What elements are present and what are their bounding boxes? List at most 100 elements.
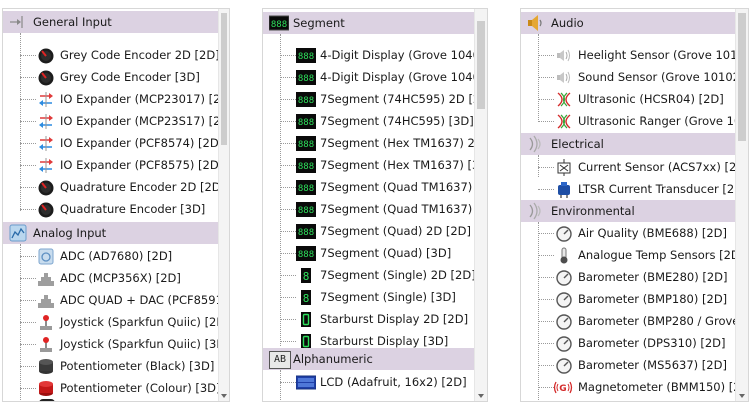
svg-text:888: 888 bbox=[298, 118, 314, 128]
tree-item-ultrasonic-ranger[interactable]: Ultrasonic Ranger (Grove 1010 bbox=[521, 110, 736, 132]
gauge-icon bbox=[556, 291, 572, 308]
tree-item-current-sensor-acs7xx[interactable]: Current Sensor (ACS7xx) [2D] bbox=[521, 156, 736, 178]
ultrasonic-icon bbox=[556, 113, 572, 130]
potentiometer-colour-icon bbox=[38, 380, 54, 397]
svg-text:8: 8 bbox=[303, 292, 310, 305]
joystick-icon bbox=[38, 314, 54, 331]
seven-segment-icon: 888 bbox=[296, 245, 316, 262]
tree-item-ltsr-current-transducer[interactable]: LTSR Current Transducer [2D] bbox=[521, 178, 736, 200]
seven-segment-icon: 888 bbox=[269, 14, 289, 32]
vertical-scrollbar[interactable] bbox=[735, 9, 748, 401]
svg-text:888: 888 bbox=[298, 206, 314, 216]
magnetometer-icon: G bbox=[553, 379, 573, 396]
component-panel-sensors: Audio Heelight Sensor (Grove 10102 Sound… bbox=[520, 8, 749, 402]
category-environmental[interactable]: Environmental bbox=[521, 200, 736, 222]
tree-item-io-expander-pcf8574[interactable]: IO Expander (PCF8574) [2D] bbox=[3, 132, 219, 154]
io-expander-icon bbox=[38, 157, 54, 174]
rotary-encoder-icon bbox=[38, 201, 54, 218]
component-tree: 888 Segment 888 4-Digit Display (Grove 10… bbox=[263, 9, 475, 401]
io-expander-icon bbox=[38, 135, 54, 152]
tree-item-7segment-quad-2d[interactable]: 888 7Segment (Quad) 2D [2D] bbox=[263, 220, 475, 242]
svg-text:888: 888 bbox=[298, 96, 314, 106]
tree-item-7segment-quad-tm1637-3d[interactable]: 888 7Segment (Quad TM1637) [3 bbox=[263, 198, 475, 220]
tree-item-7segment-single-2d[interactable]: 8 7Segment (Single) 2D [2D] bbox=[263, 264, 475, 286]
svg-text:888: 888 bbox=[298, 140, 314, 150]
scroll-down-icon[interactable] bbox=[478, 394, 484, 398]
tree-item-io-expander-mcp23s17[interactable]: IO Expander (MCP23S17) [2D bbox=[3, 110, 219, 132]
scroll-down-icon[interactable] bbox=[221, 394, 227, 398]
sound-wave-icon bbox=[556, 69, 572, 86]
tree-item-barometer-dps310[interactable]: Barometer (DPS310) [2D] bbox=[521, 332, 736, 354]
component-panel-input: General Input Grey Code Encoder 2D [2D] … bbox=[2, 8, 230, 402]
category-audio[interactable]: Audio bbox=[521, 12, 736, 34]
tree-item-starburst-display-2d[interactable]: Starburst Display 2D [2D] bbox=[263, 308, 475, 330]
category-analog-input[interactable]: Analog Input bbox=[3, 222, 219, 244]
gauge-icon bbox=[556, 225, 572, 242]
tree-item-sound-sensor[interactable]: Sound Sensor (Grove 101020 bbox=[521, 66, 736, 88]
category-segment[interactable]: 888 Segment bbox=[263, 12, 475, 34]
tree-item-adc-mcp356x[interactable]: ADC (MCP356X) [2D] bbox=[3, 267, 219, 289]
tree-item-4digit-display-2[interactable]: 8884-Digit Display (Grove 104030( bbox=[263, 66, 475, 88]
category-label: Audio bbox=[551, 16, 584, 30]
speaker-icon bbox=[527, 14, 545, 32]
category-label: General Input bbox=[33, 15, 112, 29]
tree-item-adc-ad7680[interactable]: ADC (AD7680) [2D] bbox=[3, 245, 219, 267]
tree-item-io-expander-mcp23017[interactable]: IO Expander (MCP23017) [2D] bbox=[3, 88, 219, 110]
vertical-scrollbar[interactable] bbox=[218, 9, 229, 401]
tree-item-barometer-ms5637[interactable]: Barometer (MS5637) [2D] bbox=[521, 354, 736, 376]
tree-item-io-expander-pcf8575[interactable]: IO Expander (PCF8575) [2D] bbox=[3, 154, 219, 176]
tree-item-potentiometer-colour[interactable]: Potentiometer (Colour) [3D] bbox=[3, 377, 219, 399]
svg-text:888: 888 bbox=[271, 20, 287, 30]
tree-item-magnetometer-bmm150[interactable]: GMagnetometer (BMM150) [2D] bbox=[521, 376, 736, 398]
tree-item-barometer-bmp180[interactable]: Barometer (BMP180) [2D] bbox=[521, 288, 736, 310]
category-electrical[interactable]: Electrical bbox=[521, 133, 736, 155]
tree-item-air-quality-bme688[interactable]: Air Quality (BME688) [2D] bbox=[521, 222, 736, 244]
tree-item-joystick-sparkfun-3d[interactable]: Joystick (Sparkfun Quiic) [3D] bbox=[3, 333, 219, 355]
tree-item-4digit-display-1[interactable]: 8884-Digit Display (Grove 104030( bbox=[263, 44, 475, 66]
tree-item-heelight-sensor[interactable]: Heelight Sensor (Grove 10102 bbox=[521, 44, 736, 66]
seven-segment-icon: 888 bbox=[296, 69, 316, 86]
adc-staircase-icon bbox=[38, 270, 54, 287]
single-segment-icon: 8 bbox=[298, 267, 314, 284]
tree-item-lcd-adafruit[interactable]: LCD (Adafruit, 16x2) [2D] bbox=[263, 371, 475, 393]
category-alphanumeric[interactable]: AB Alphanumeric bbox=[263, 348, 475, 370]
scrollbar-thumb[interactable] bbox=[738, 13, 746, 141]
tree-item-grey-code-encoder-3d[interactable]: Grey Code Encoder [3D] bbox=[3, 66, 219, 88]
tree-item-7segment-quad-tm1637-2d[interactable]: 888 7Segment (Quad TM1637) 2D bbox=[263, 176, 475, 198]
component-tree: Audio Heelight Sensor (Grove 10102 Sound… bbox=[521, 9, 736, 401]
tree-item-barometer-bmp280[interactable]: Barometer (BMP280 / Grove 1 bbox=[521, 310, 736, 332]
svg-text:888: 888 bbox=[298, 52, 314, 62]
tree-item-7segment-single-3d[interactable]: 8 7Segment (Single) [3D] bbox=[263, 286, 475, 308]
tree-item-quadrature-encoder-2d[interactable]: Quadrature Encoder 2D [2D] bbox=[3, 176, 219, 198]
tree-item-7segment-hex-3d[interactable]: 888 7Segment (Hex TM1637) [3D bbox=[263, 154, 475, 176]
tree-item-potentiometer-black[interactable]: Potentiometer (Black) [3D] bbox=[3, 355, 219, 377]
seven-segment-icon: 888 bbox=[296, 179, 316, 196]
scrollbar-thumb[interactable] bbox=[477, 21, 485, 109]
svg-text:G: G bbox=[559, 384, 566, 394]
adc-chip-icon bbox=[9, 224, 27, 242]
component-tree: General Input Grey Code Encoder 2D [2D] … bbox=[3, 9, 219, 401]
seven-segment-icon: 888 bbox=[296, 223, 316, 240]
category-general-input[interactable]: General Input bbox=[3, 11, 219, 33]
tree-item-7segment-74hc595-3d[interactable]: 888 7Segment (74HC595) [3D] bbox=[263, 110, 475, 132]
tree-item-7segment-hex-2d[interactable]: 888 7Segment (Hex TM1637) 2D bbox=[263, 132, 475, 154]
scroll-down-icon[interactable] bbox=[739, 394, 745, 398]
svg-text:888: 888 bbox=[298, 162, 314, 172]
scrollbar-thumb[interactable] bbox=[221, 13, 227, 145]
vertical-scrollbar[interactable] bbox=[474, 9, 487, 401]
tree-item-analogue-temp-sensors[interactable]: Analogue Temp Sensors [2D] bbox=[521, 244, 736, 266]
current-sensor-icon bbox=[556, 159, 572, 176]
tree-item-ultrasonic-hcsr04[interactable]: Ultrasonic (HCSR04) [2D] bbox=[521, 88, 736, 110]
category-label: Segment bbox=[293, 16, 345, 30]
tree-item-barometer-bme280[interactable]: Barometer (BME280) [2D] bbox=[521, 266, 736, 288]
tree-item-joystick-sparkfun-2d[interactable]: Joystick (Sparkfun Quiic) [2D [ bbox=[3, 311, 219, 333]
tree-item-7segment-74hc595-2d[interactable]: 888 7Segment (74HC595) 2D [2D bbox=[263, 88, 475, 110]
io-expander-icon bbox=[38, 113, 54, 130]
component-panel-displays: 888 Segment 888 4-Digit Display (Grove 10… bbox=[262, 8, 488, 402]
rotary-encoder-icon bbox=[38, 47, 54, 64]
tree-item-quadrature-encoder-3d[interactable]: Quadrature Encoder [3D] bbox=[3, 198, 219, 220]
environment-wave-icon bbox=[527, 202, 545, 220]
tree-item-adc-quad-dac-pcf8591[interactable]: ADC QUAD + DAC (PCF8591) bbox=[3, 289, 219, 311]
tree-item-7segment-quad-3d[interactable]: 888 7Segment (Quad) [3D] bbox=[263, 242, 475, 264]
tree-item-grey-code-encoder-2d[interactable]: Grey Code Encoder 2D [2D] bbox=[3, 44, 219, 66]
